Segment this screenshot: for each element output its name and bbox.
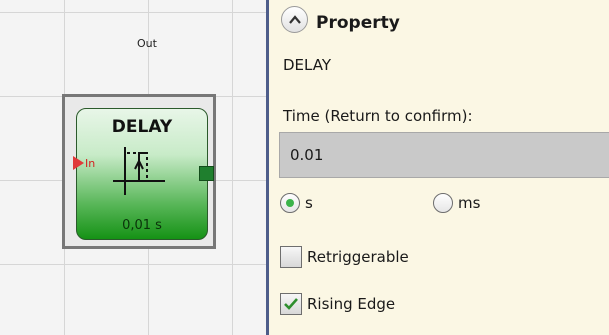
property-panel: Property DELAY Time (Return to confirm):… bbox=[266, 0, 609, 335]
retriggerable-checkbox[interactable] bbox=[280, 246, 302, 268]
input-port-label: In bbox=[85, 157, 96, 170]
rising-edge-delay-icon bbox=[109, 145, 169, 203]
checkmark-icon bbox=[284, 298, 298, 310]
chevron-up-icon bbox=[289, 15, 301, 24]
block-delay-value: 0,01 s bbox=[122, 218, 162, 233]
collapse-button[interactable] bbox=[281, 6, 308, 33]
radio-button-selected[interactable] bbox=[280, 193, 300, 213]
rising-edge-checkbox[interactable] bbox=[280, 293, 302, 315]
unit-radio-ms[interactable]: ms bbox=[433, 191, 480, 215]
rising-edge-option[interactable]: Rising Edge bbox=[280, 291, 395, 317]
retriggerable-option[interactable]: Retriggerable bbox=[280, 244, 409, 270]
output-port-label: Out bbox=[137, 37, 157, 50]
time-field-label: Time (Return to confirm): bbox=[283, 107, 473, 125]
radio-button[interactable] bbox=[433, 193, 453, 213]
rising-edge-label: Rising Edge bbox=[307, 295, 396, 313]
retriggerable-label: Retriggerable bbox=[307, 248, 409, 266]
logic-canvas[interactable]: DELAY In 0,01 s Out bbox=[0, 0, 266, 335]
component-name: DELAY bbox=[283, 56, 331, 74]
panel-title: Property bbox=[316, 13, 400, 33]
delay-block[interactable]: DELAY In 0,01 s bbox=[73, 108, 214, 240]
time-input[interactable] bbox=[279, 132, 609, 178]
unit-radio-s[interactable]: s bbox=[280, 191, 313, 215]
block-title: DELAY bbox=[111, 117, 173, 137]
input-port-icon[interactable] bbox=[73, 156, 84, 170]
unit-label-ms: ms bbox=[458, 194, 481, 212]
unit-label-s: s bbox=[305, 194, 313, 212]
output-port[interactable] bbox=[199, 166, 214, 181]
